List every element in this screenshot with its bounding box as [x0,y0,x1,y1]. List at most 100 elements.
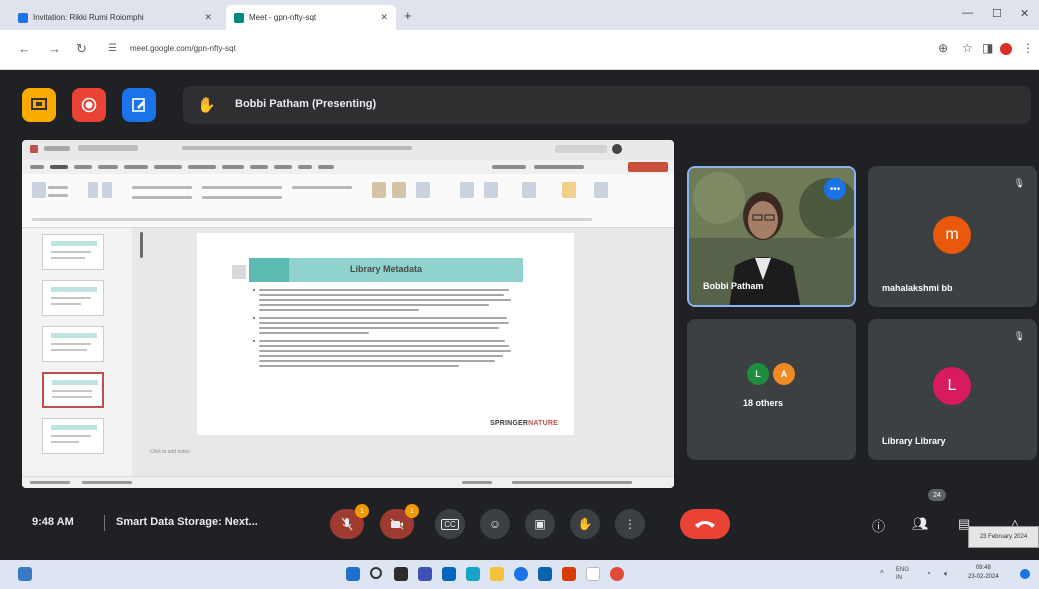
reload-icon[interactable]: ↻ [76,41,87,57]
participant-name: mahalakshmi bb [882,283,953,293]
browser-tab-meet[interactable]: Meet - gpn-nfty-sqt ✕ [226,5,396,30]
recording-button[interactable] [72,88,106,122]
slide-thumbnail [42,418,104,454]
avatar: L [933,367,971,405]
minimize-icon[interactable]: — [962,7,973,19]
presentation-icon [31,98,47,110]
slide-decor-square [232,265,246,279]
participant-tile-others[interactable]: L A 18 others [687,319,856,460]
network-icon[interactable]: ◔ [926,569,931,578]
presenting-label: Bobbi Patham (Presenting) [235,98,377,110]
url-field[interactable]: meet.google.com/gpn-nfty-sqt [130,44,236,53]
chat-app-icon[interactable] [418,567,432,581]
ppt-file-name [182,146,412,150]
participant-tile-mahalakshmi[interactable]: 🎙︎ m mahalakshmi bb [868,166,1037,307]
search-icon[interactable] [370,567,382,579]
presenting-bar: ✋ Bobbi Patham (Presenting) [183,86,1031,124]
participant-count-badge: 24 [928,489,946,501]
slide-thumbnail [42,280,104,316]
slide-thumbnail-selected [42,372,104,408]
mic-off-icon [341,517,353,531]
new-tab-icon[interactable]: + [404,8,412,23]
browser-tab-bar: Invitation: Rikki Rumi Roiomphi ✕ Meet -… [0,0,1039,30]
notification-icon[interactable] [1020,569,1030,579]
clock-date: 23-02-2024 [968,574,999,580]
close-window-icon[interactable]: ✕ [1020,7,1029,20]
participant-tile-library[interactable]: 🎙︎ L Library Library [868,319,1037,460]
tab-title: Invitation: Rikki Rumi Roiomphi [33,13,144,22]
more-options-icon[interactable]: ••• [824,178,846,200]
chrome-icon[interactable] [514,567,528,581]
captions-button[interactable]: CC [435,509,465,539]
photos-icon[interactable] [586,567,600,581]
maximize-icon[interactable]: ☐ [992,7,1002,20]
participant-name: Bobbi Patham [703,281,764,291]
slide-bullet [253,340,529,367]
mic-off-icon: 🎙︎ [1013,331,1025,341]
autosave-toggle [44,146,70,151]
browser-tab-invitation[interactable]: Invitation: Rikki Rumi Roiomphi ✕ [10,5,220,30]
ppt-ribbon-tabs [22,160,674,174]
meeting-title: Smart Data Storage: Next... [116,516,258,528]
avatar: A [773,363,795,385]
leave-call-button[interactable] [680,509,730,539]
ppt-account [555,145,607,153]
app-icon[interactable] [562,567,576,581]
start-icon[interactable] [346,567,360,581]
slide-bullets [253,289,529,373]
captions-icon: CC [441,518,459,530]
bookmark-star-icon[interactable]: ☆ [962,41,973,55]
task-view-icon[interactable] [394,567,408,581]
reactions-button[interactable]: ☺ [480,509,510,539]
slide-thumbnail [42,326,104,362]
ppt-logo-icon [30,145,38,153]
avatar: m [933,216,971,254]
hang-up-icon [695,521,715,528]
more-vertical-icon: ⋮ [624,517,636,531]
activities-button[interactable] [22,88,56,122]
present-button[interactable]: ▣ [525,509,555,539]
more-options-button[interactable]: ⋮ [615,509,645,539]
outlook-icon[interactable] [538,567,552,581]
camera-off-icon [390,518,404,530]
ppt-status-bar [22,476,674,488]
raise-hand-button[interactable]: ✋ [570,509,600,539]
zoom-icon[interactable]: ⊕ [938,41,948,55]
mic-off-icon: 🎙︎ [1013,178,1025,188]
mic-warning-badge: 1 [355,504,369,518]
people-icon[interactable]: 👥︎ [912,516,929,532]
meeting-time: 9:48 AM [32,516,74,528]
date-tooltip: 23 February 2024 [968,526,1039,548]
slide-thumbnail [42,234,104,270]
language-indicator[interactable]: ENG IN [896,566,914,582]
tray-chevron-icon[interactable]: ^ [880,569,884,578]
menu-icon[interactable]: ⋮ [1022,41,1034,55]
close-tab-icon[interactable]: ✕ [380,12,388,23]
ppt-share-button [628,162,668,172]
taskbar-clock[interactable]: 09:48 23-02-2024 [968,564,999,582]
ppt-slide-thumbnails [22,228,132,476]
tab-title: Meet - gpn-nfty-sqt [249,13,317,22]
forward-icon[interactable]: → [48,41,61,56]
store-icon[interactable] [442,567,456,581]
info-icon[interactable]: ⓘ [872,516,885,535]
volume-icon[interactable]: 🔈︎ [944,569,949,579]
springer-nature-logo: SPRINGERNATURE [489,420,558,427]
close-tab-icon[interactable]: ✕ [204,12,212,23]
profile-avatar[interactable] [1000,43,1012,55]
hand-icon: ✋ [577,517,593,531]
file-explorer-icon[interactable] [490,567,504,581]
site-info-icon[interactable]: ☰ [108,43,117,54]
emoji-icon: ☺ [488,517,502,531]
sidepanel-icon[interactable]: ◨ [982,41,993,55]
back-icon[interactable]: ← [18,41,31,56]
edit-doc-icon [132,98,145,112]
participant-tile-bobbi[interactable]: ••• Bobbi Patham [687,166,856,307]
present-screen-icon: ▣ [534,517,546,531]
notes-button[interactable] [122,88,156,122]
avatar: L [747,363,769,385]
edge-icon[interactable] [466,567,480,581]
windows-taskbar: ^ ENG IN ◔ 🔈︎ [0,560,1039,589]
widgets-icon[interactable] [18,567,32,581]
chrome-profile-icon[interactable] [610,567,624,581]
